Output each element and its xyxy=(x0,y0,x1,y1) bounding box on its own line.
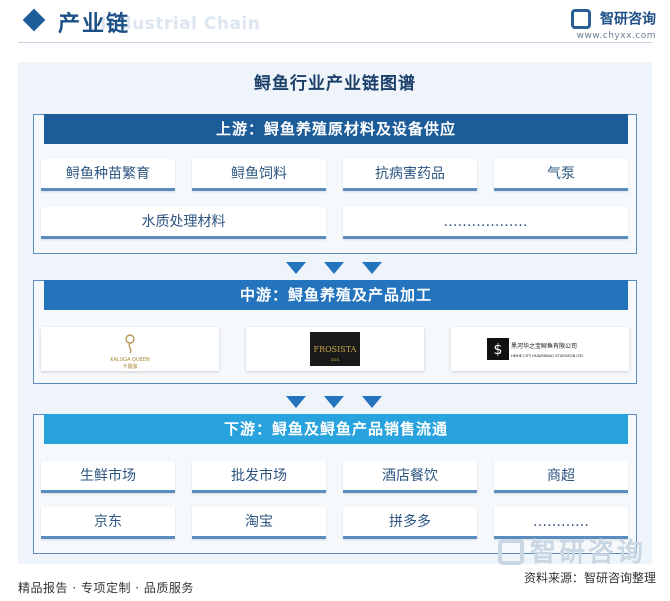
brand-name: 智研咨询 xyxy=(600,11,656,28)
page-header: Industrial Chain 产业链 xyxy=(0,0,670,46)
kaluga-logo-text: KALUGA QUEEN xyxy=(110,357,150,363)
arrow-down-icon xyxy=(324,396,344,408)
downstream-item: 淘宝 xyxy=(192,507,326,539)
upstream-title: 上游：鲟鱼养殖原材料及设备供应 xyxy=(44,114,628,144)
upstream-item: 气泵 xyxy=(494,159,628,191)
huazhibao-logo-sub: HEIHE CITY HUAZHIBAO STURGEON LTD xyxy=(511,354,583,358)
upstream-section: 上游：鲟鱼养殖原材料及设备供应 鲟鱼种苗繁育 鲟鱼饲料 抗病害药品 气泵 水质处… xyxy=(33,114,637,254)
downstream-item: 生鲜市场 xyxy=(41,461,175,493)
downstream-item: 批发市场 xyxy=(192,461,326,493)
footer-source: 资料来源：智研咨询整理 xyxy=(523,571,656,585)
watermark-logo-icon xyxy=(497,539,524,565)
watermark-text: 智研咨询 xyxy=(529,538,646,568)
brand: 智研咨询 www.chyxx.com xyxy=(570,8,656,41)
header-title: 产业链 xyxy=(58,12,131,37)
downstream-item: 拼多多 xyxy=(343,507,477,539)
upstream-item: 鲟鱼种苗繁育 xyxy=(41,159,175,191)
arrow-down-icon xyxy=(362,396,382,408)
diagram-title: 鲟鱼行业产业链图谱 xyxy=(254,74,416,94)
frosista-logo-sub: XXX xyxy=(331,357,340,362)
kaluga-logo-icon: KALUGA QUEEN 卡露伽 xyxy=(110,334,150,370)
arrow-down-icon xyxy=(286,396,306,408)
frosista-logo-text: FROSISTA xyxy=(314,345,357,354)
company-logo-huazhibao: $ 黑河华之宝鲟鱼有限公司 HEIHE CITY HUAZHIBAO STURG… xyxy=(451,327,629,371)
arrow-down-icon xyxy=(286,262,306,274)
arrow-down-icon xyxy=(362,262,382,274)
flow-arrows xyxy=(286,396,386,410)
huazhibao-logo-icon: $ 黑河华之宝鲟鱼有限公司 HEIHE CITY HUAZHIBAO STURG… xyxy=(487,338,583,360)
arrow-down-icon xyxy=(324,262,344,274)
upstream-item: 抗病害药品 xyxy=(343,159,477,191)
downstream-item: 商超 xyxy=(494,461,628,493)
upstream-item: ……………… xyxy=(343,207,628,239)
company-logo-kaluga: KALUGA QUEEN 卡露伽 xyxy=(41,327,219,371)
downstream-item: 酒店餐饮 xyxy=(343,461,477,493)
brand-url: www.chyxx.com xyxy=(576,30,656,41)
company-logo-frosista: FROSISTA XXX xyxy=(246,327,424,371)
header-divider xyxy=(18,42,652,43)
huazhibao-logo-text: 黑河华之宝鲟鱼有限公司 xyxy=(511,342,577,350)
midstream-title: 中游：鲟鱼养殖及产品加工 xyxy=(44,280,628,310)
downstream-item: 京东 xyxy=(41,507,175,539)
frosista-logo-icon: FROSISTA XXX xyxy=(310,332,360,366)
kaluga-logo-sub: 卡露伽 xyxy=(122,363,137,370)
brand-logo-icon xyxy=(570,8,591,29)
footer-tagline: 精品报告 · 专项定制 · 品质服务 xyxy=(18,581,194,595)
midstream-section: 中游：鲟鱼养殖及产品加工 KALUGA QUEEN 卡露伽 FROSISTA X… xyxy=(33,280,637,384)
flow-arrows xyxy=(286,262,386,276)
downstream-title: 下游：鲟鱼及鲟鱼产品销售流通 xyxy=(44,414,628,444)
diamond-icon xyxy=(22,8,46,32)
watermark: 智研咨询 xyxy=(497,532,646,569)
upstream-item: 水质处理材料 xyxy=(41,207,326,239)
upstream-item: 鲟鱼饲料 xyxy=(192,159,326,191)
svg-text:$: $ xyxy=(494,342,503,358)
